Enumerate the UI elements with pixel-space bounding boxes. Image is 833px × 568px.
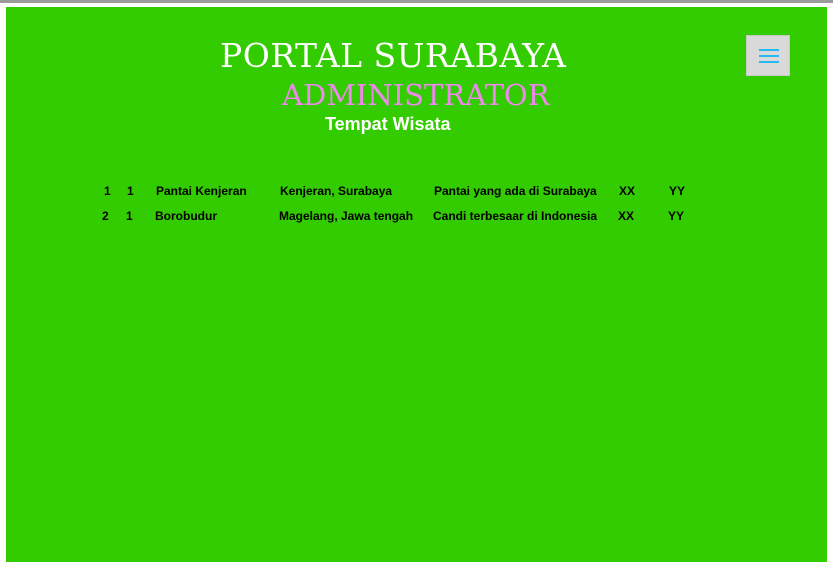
cell-y: YY: [668, 209, 685, 223]
cell-description: Pantai yang ada di Surabaya: [434, 184, 597, 198]
cell-name: Borobudur: [155, 209, 217, 223]
cell-location: Magelang, Jawa tengah: [279, 209, 414, 223]
cell-y: YY: [669, 184, 686, 198]
cell-category: 1: [126, 209, 133, 223]
tourist-spot-table: 1 1 Pantai Kenjeran Kenjeran, Surabaya P…: [6, 7, 827, 562]
cell-location: Kenjeran, Surabaya: [280, 184, 393, 198]
cell-description: Candi terbesaar di Indonesia: [433, 209, 598, 223]
main-panel: PORTAL SURABAYA ADMINISTRATOR Tempat Wis…: [6, 7, 827, 562]
cell-category: 1: [127, 184, 134, 198]
cell-x: XX: [618, 209, 635, 223]
cell-no: 2: [102, 209, 109, 223]
cell-name: Pantai Kenjeran: [156, 184, 247, 198]
cell-no: 1: [104, 184, 111, 198]
window-top-border: [0, 0, 833, 3]
cell-x: XX: [619, 184, 636, 198]
